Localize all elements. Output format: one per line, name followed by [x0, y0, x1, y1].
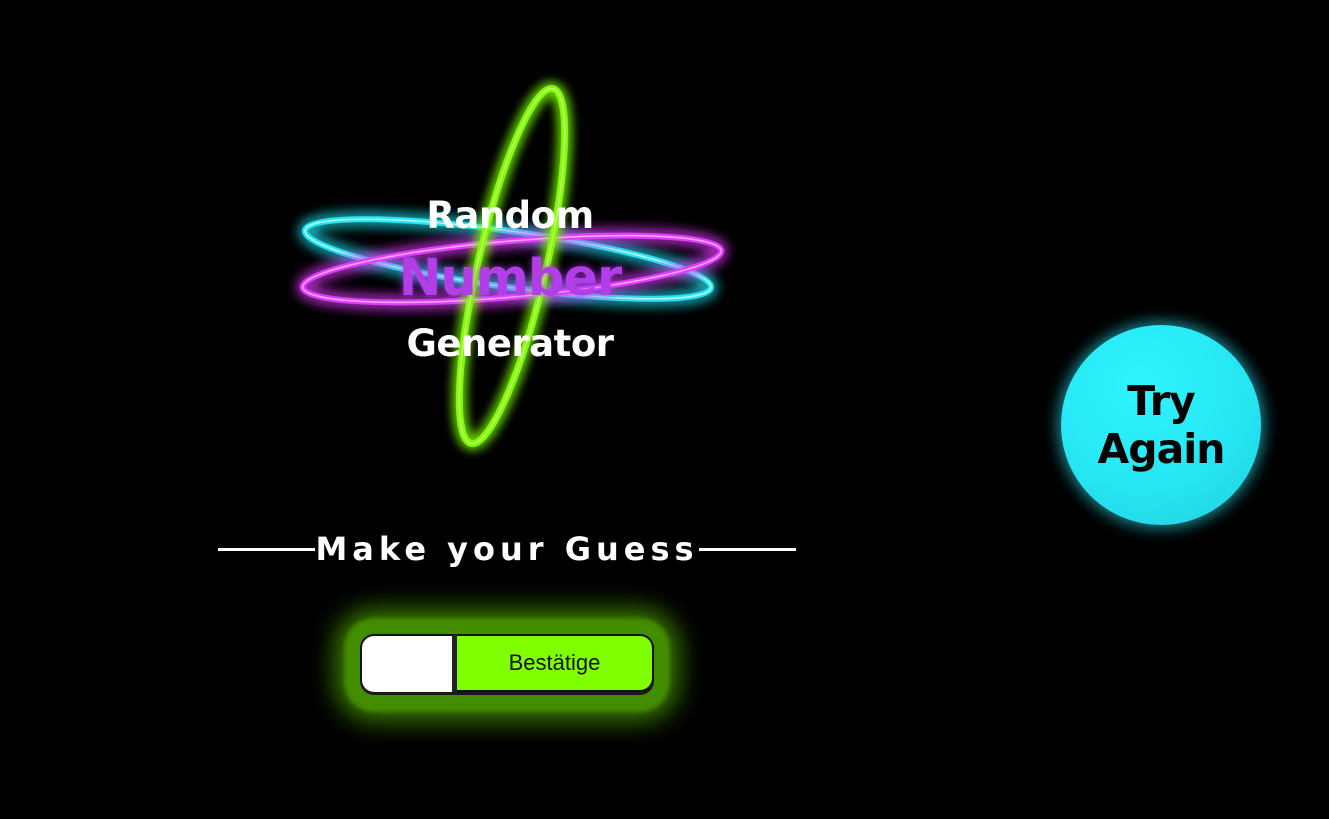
confirm-button[interactable]: Bestätige [457, 636, 652, 690]
heading-right-line [698, 547, 796, 551]
guess-input-group: Bestätige [360, 634, 654, 692]
logo: Random Number Generator [250, 40, 770, 500]
heading-left-line [218, 547, 316, 551]
try-again-button[interactable]: Try Again [1061, 325, 1261, 525]
guess-heading-title: Make your Guess [315, 530, 699, 568]
logo-number-text: Number [398, 249, 622, 308]
page: Random Number Generator Make your Guess … [0, 0, 1329, 819]
logo-generator-text: Generator [406, 322, 614, 365]
guess-heading: Make your Guess [218, 525, 796, 573]
guess-input[interactable] [362, 636, 452, 692]
logo-random-text: Random [426, 194, 594, 237]
